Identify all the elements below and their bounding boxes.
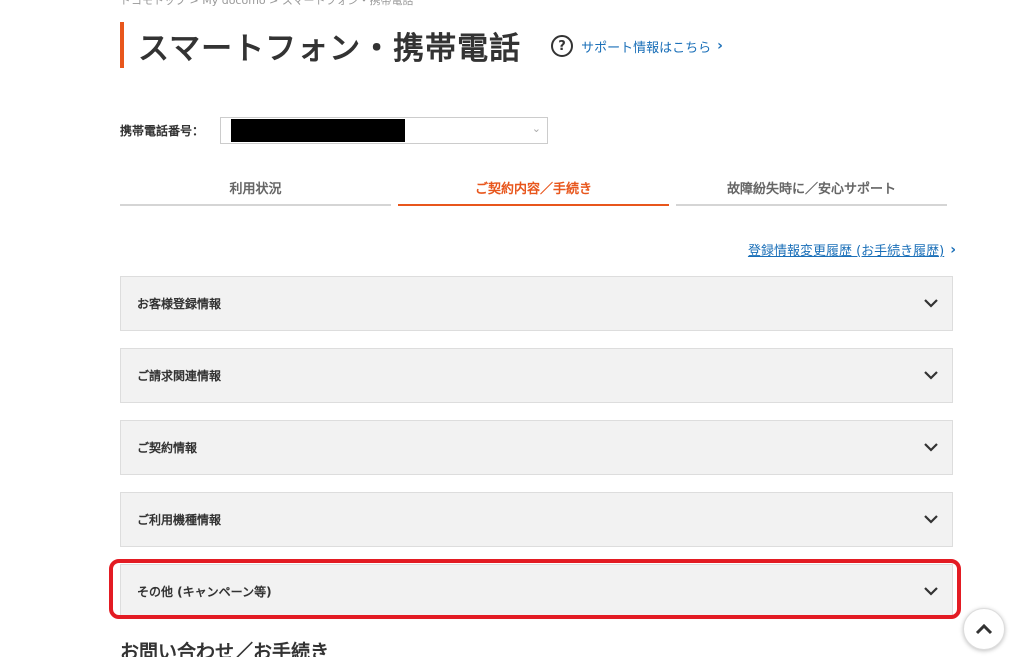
chevron-up-icon (975, 620, 993, 639)
chevron-down-icon (921, 366, 941, 386)
chevron-down-icon: ⌄ (531, 122, 541, 135)
chevron-right-icon: › (717, 38, 723, 54)
chevron-right-icon: › (950, 241, 956, 258)
chevron-down-icon (921, 582, 941, 602)
accordion-billing-info[interactable]: ご請求関連情報 (120, 348, 953, 403)
phone-number-select[interactable]: ⌄ (220, 117, 548, 144)
redacted-phone-number (231, 119, 405, 142)
scroll-to-top-button[interactable] (963, 608, 1005, 650)
accordion-label: ご利用機種情報 (137, 513, 222, 527)
change-history-label: 登録情報変更履歴 (お手続き履歴) (747, 244, 945, 259)
tab-lost-support[interactable]: 故障紛失時に／安心サポート (676, 170, 947, 206)
tab-usage-status[interactable]: 利用状況 (120, 170, 391, 206)
accordion-contract-info[interactable]: ご契約情報 (120, 420, 953, 475)
accordion-label: お客様登録情報 (137, 297, 222, 311)
page-title: スマートフォン・携帯電話 (138, 30, 522, 67)
chevron-down-icon (921, 510, 941, 530)
support-info-label: サポート情報はこちら (581, 40, 712, 56)
page-header: スマートフォン・携帯電話 ? サポート情報はこちら › (120, 22, 723, 68)
breadcrumb: ドコモトップ > My docomo > スマートフォン・携帯電話 (120, 0, 414, 7)
title-accent-bar (120, 22, 124, 68)
accordion-device-info[interactable]: ご利用機種情報 (120, 492, 953, 547)
section-heading: お問い合わせ／お手続き (120, 641, 330, 657)
change-history-link[interactable]: 登録情報変更履歴 (お手続き履歴) › (747, 240, 956, 260)
accordion-label: ご契約情報 (137, 441, 198, 455)
tab-contract-procedures[interactable]: ご契約内容／手続き (398, 170, 669, 206)
chevron-down-icon (921, 438, 941, 458)
support-info-link[interactable]: ? サポート情報はこちら › (551, 35, 723, 57)
accordion-other-campaigns[interactable]: その他 (キャンペーン等) (120, 564, 953, 619)
accordion-label: ご請求関連情報 (137, 369, 222, 383)
chevron-down-icon (921, 294, 941, 314)
accordion-label: その他 (キャンペーン等) (137, 585, 272, 599)
phone-number-row: 携帯電話番号： ⌄ (120, 117, 548, 144)
phone-number-label: 携帯電話番号： (120, 124, 205, 138)
help-circle-icon: ? (551, 35, 574, 57)
tab-bar: 利用状況 ご契約内容／手続き 故障紛失時に／安心サポート (120, 170, 947, 206)
accordion-customer-info[interactable]: お客様登録情報 (120, 276, 953, 331)
